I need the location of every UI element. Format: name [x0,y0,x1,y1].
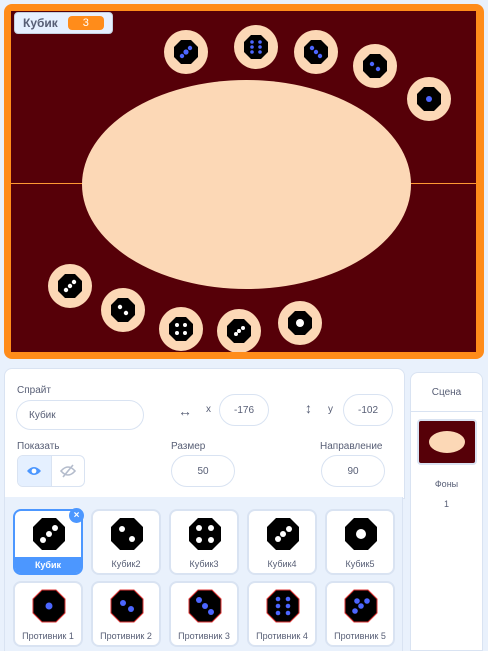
backdrops-label: Фоны [434,479,459,489]
enemy-1-token[interactable] [164,30,208,74]
y-arrows-icon: ↕ [305,400,312,416]
sprite-list: × Кубик Кубик2 Кубик3 Кубик4 Кубик5 Прот… [4,497,403,651]
sprite-tile-kubik3[interactable]: Кубик3 [169,509,239,575]
stage-border: Кубик 3 [4,4,484,359]
sprite-name: Противник 5 [334,631,386,641]
player-5-token[interactable] [278,301,322,345]
stage-selector[interactable]: Сцена Фоны 1 [410,372,483,651]
x-label: x [206,404,211,415]
sprite-tile-protivnik-3[interactable]: Противник 3 [169,581,239,647]
game-table [82,80,411,289]
monitor-label: Кубик [23,16,58,30]
table-line-right [409,183,476,184]
player-4-token[interactable] [217,309,261,352]
player-2-token[interactable] [101,288,145,332]
enemy-2-token[interactable] [234,25,278,69]
sprite-name: Кубик5 [345,559,375,569]
sprite-info-panel: Спрайт Кубик ↔ x -176 ↕ y -102 Показать … [4,368,405,499]
sprite-tile-protivnik-5[interactable]: Противник 5 [325,581,395,647]
sprite-name: Кубик [15,557,81,573]
direction-label: Направление [320,441,383,452]
table-line-left [11,183,83,184]
sprite-name: Противник 1 [22,631,74,641]
y-input[interactable]: -102 [343,394,393,426]
direction-input[interactable]: 90 [321,455,385,487]
sprite-tile-protivnik-4[interactable]: Противник 4 [247,581,317,647]
size-label: Размер [171,441,206,452]
sprite-tile-kubik[interactable]: × Кубик [13,508,84,575]
enemy-4-token[interactable] [353,44,397,88]
variable-monitor[interactable]: Кубик 3 [14,12,113,34]
sprite-tile-protivnik-1[interactable]: Противник 1 [13,581,83,647]
sprite-name: Противник 3 [178,631,230,641]
player-1-token[interactable] [48,264,92,308]
delete-sprite-icon[interactable]: × [69,508,84,523]
size-input[interactable]: 50 [171,455,235,487]
monitor-value: 3 [67,16,104,30]
player-3-token[interactable] [159,307,203,351]
stage-title: Сцена [411,373,482,412]
sprite-tile-kubik5[interactable]: Кубик5 [325,509,395,575]
sprite-tile-protivnik-2[interactable]: Противник 2 [91,581,161,647]
sprite-label: Спрайт [17,385,51,396]
sprite-name: Кубик2 [111,559,141,569]
x-input[interactable]: -176 [219,394,269,426]
stage-area: Кубик 3 [0,0,488,363]
sprite-name: Противник 2 [100,631,152,641]
stage-canvas[interactable] [11,11,476,352]
enemy-3-token[interactable] [294,30,338,74]
x-arrows-icon: ↔ [178,403,192,419]
sprite-name-input[interactable]: Кубик [16,400,144,430]
y-label: y [328,404,333,415]
show-eye-icon[interactable] [18,456,52,486]
stage-thumbnail[interactable] [417,419,477,465]
hide-eye-icon[interactable] [52,456,85,486]
sprite-name: Кубик4 [267,559,297,569]
show-label: Показать [17,441,60,452]
sprite-name: Противник 4 [256,631,308,641]
enemy-5-token[interactable] [407,77,451,121]
sprite-tile-kubik2[interactable]: Кубик2 [91,509,161,575]
backdrops-count: 1 [443,499,449,509]
sprite-tile-kubik4[interactable]: Кубик4 [247,509,317,575]
sprite-name: Кубик3 [189,559,219,569]
thumbnail-table [429,431,465,453]
visibility-toggle [17,455,85,487]
